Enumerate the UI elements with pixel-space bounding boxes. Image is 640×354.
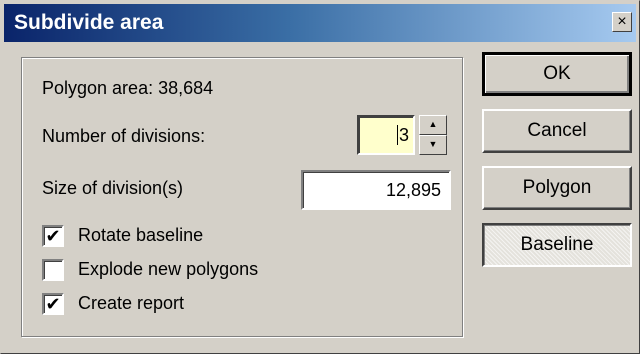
checkbox-label: Rotate baseline	[78, 225, 204, 245]
size-label: Size of division(s)	[42, 178, 184, 198]
text-caret	[396, 125, 398, 145]
checkbox-label: Create report	[78, 293, 185, 313]
spinner-up-button[interactable]: ▲	[419, 115, 447, 135]
arrow-down-icon: ▼	[428, 139, 438, 149]
close-button[interactable]: ×	[612, 12, 632, 32]
arrow-up-icon: ▲	[428, 119, 438, 129]
cancel-button[interactable]: Cancel	[482, 109, 632, 153]
checkbox-label: Explode new polygons	[78, 259, 259, 279]
divisions-value: 3	[398, 125, 409, 145]
polygon-button[interactable]: Polygon	[482, 166, 632, 210]
checkbox-box[interactable]: ✔	[42, 293, 64, 315]
checkbox-box[interactable]	[42, 259, 64, 281]
size-field[interactable]: 12,895	[301, 170, 451, 210]
subdivide-area-dialog: Subdivide area × Polygon area: 38,684 Nu…	[0, 0, 640, 354]
spinner-down-button[interactable]: ▼	[419, 135, 447, 155]
divisions-label: Number of divisions:	[42, 126, 206, 146]
divisions-spinner[interactable]: ▲ ▼	[419, 115, 447, 155]
window-title: Subdivide area	[14, 11, 164, 34]
polygon-area-label: Polygon area: 38,684	[42, 78, 214, 98]
divisions-input[interactable]: 3	[357, 115, 415, 155]
check-icon: ✔	[45, 294, 61, 314]
ok-button[interactable]: OK	[482, 52, 632, 96]
size-value: 12,895	[385, 180, 441, 200]
check-icon: ✔	[45, 226, 61, 246]
close-icon: ×	[617, 13, 627, 30]
title-bar[interactable]: Subdivide area ×	[4, 4, 636, 42]
options-group: Polygon area: 38,684 Number of divisions…	[21, 57, 463, 337]
baseline-button[interactable]: Baseline	[482, 223, 632, 267]
checkbox-box[interactable]: ✔	[42, 225, 64, 247]
